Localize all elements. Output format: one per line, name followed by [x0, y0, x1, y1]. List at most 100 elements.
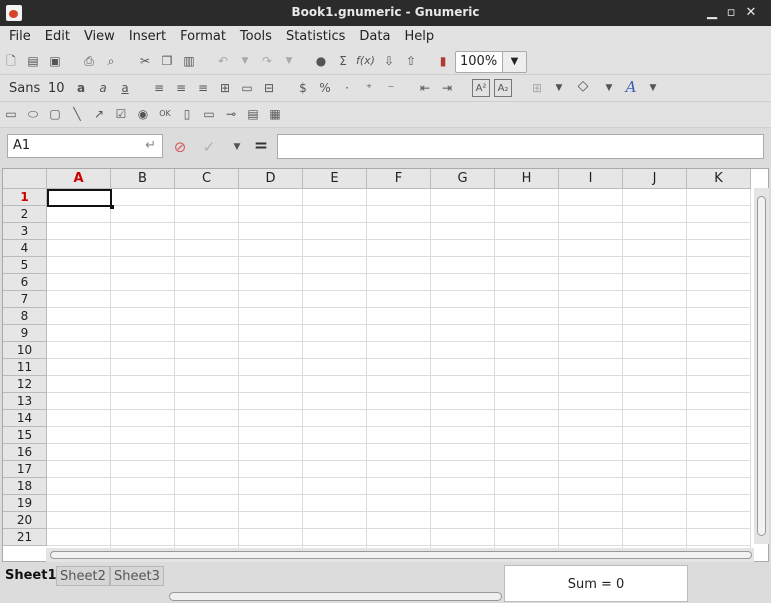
sheet-tabs-scrollbar[interactable]: [169, 592, 502, 601]
column-header-k[interactable]: K: [687, 169, 751, 189]
close-icon[interactable]: ✕: [742, 4, 760, 22]
save-icon[interactable]: ▣: [46, 52, 64, 70]
row-header-5[interactable]: 5: [3, 257, 47, 274]
column-header-a[interactable]: A: [47, 169, 111, 189]
sort-ascending-icon[interactable]: ⇩: [380, 52, 398, 70]
menu-statistics[interactable]: Statistics: [279, 26, 352, 48]
arrow-icon[interactable]: ↗: [90, 105, 108, 123]
redo-icon[interactable]: ↷: [258, 52, 276, 70]
hyperlink-globe-icon[interactable]: ●: [312, 52, 330, 70]
chart-icon[interactable]: ▮: [434, 52, 452, 70]
align-center-icon[interactable]: ≡: [172, 79, 190, 97]
row-header-20[interactable]: 20: [3, 512, 47, 529]
column-header-h[interactable]: H: [495, 169, 559, 189]
column-header-g[interactable]: G: [431, 169, 495, 189]
row-header-21[interactable]: 21: [3, 529, 47, 546]
slider-widget-icon[interactable]: ⊸: [222, 105, 240, 123]
open-icon[interactable]: ▤: [24, 52, 42, 70]
scrollbar-widget-icon[interactable]: ▯: [178, 105, 196, 123]
borders-icon[interactable]: ⊞: [528, 79, 546, 97]
print-preview-icon[interactable]: ⌕: [102, 52, 120, 70]
bold-icon[interactable]: a: [72, 79, 90, 97]
font-color-icon[interactable]: A: [622, 78, 640, 96]
column-header-i[interactable]: I: [559, 169, 623, 189]
column-header-e[interactable]: E: [303, 169, 367, 189]
accept-dropdown-icon[interactable]: ▼: [228, 138, 246, 156]
copy-icon[interactable]: ❐: [158, 52, 176, 70]
column-header-d[interactable]: D: [239, 169, 303, 189]
fill-color-icon[interactable]: ◇: [574, 77, 592, 95]
split-cells-icon[interactable]: ⊟: [260, 79, 278, 97]
line-icon[interactable]: ╲: [68, 105, 86, 123]
row-header-1[interactable]: 1: [3, 189, 47, 206]
font-size-selector[interactable]: 10: [48, 81, 65, 96]
increase-indent-icon[interactable]: ⇥: [438, 79, 456, 97]
select-all-corner[interactable]: [3, 169, 47, 189]
zoom-dropdown-icon[interactable]: ▼: [502, 52, 526, 72]
row-header-3[interactable]: 3: [3, 223, 47, 240]
sheet-tab-sheet1[interactable]: Sheet1: [2, 566, 60, 586]
vertical-scroll-thumb[interactable]: [757, 196, 766, 536]
row-header-15[interactable]: 15: [3, 427, 47, 444]
menu-format[interactable]: Format: [173, 26, 233, 48]
menu-insert[interactable]: Insert: [122, 26, 173, 48]
minimize-icon[interactable]: ▁: [703, 4, 721, 22]
cell-name-box[interactable]: A1 ↵: [7, 134, 163, 158]
redo-dropdown-icon[interactable]: ▼: [280, 52, 298, 70]
cut-icon[interactable]: ✂: [136, 52, 154, 70]
menu-view[interactable]: View: [77, 26, 122, 48]
font-name-selector[interactable]: Sans: [9, 81, 40, 96]
menu-edit[interactable]: Edit: [38, 26, 77, 48]
menu-file[interactable]: File: [2, 26, 38, 48]
align-right-icon[interactable]: ≡: [194, 79, 212, 97]
menu-help[interactable]: Help: [397, 26, 441, 48]
row-header-6[interactable]: 6: [3, 274, 47, 291]
borders-dropdown-icon[interactable]: ▼: [550, 79, 568, 97]
row-header-16[interactable]: 16: [3, 444, 47, 461]
row-header-8[interactable]: 8: [3, 308, 47, 325]
fill-color-dropdown-icon[interactable]: ▼: [600, 79, 618, 97]
horizontal-scrollbar[interactable]: [46, 548, 754, 562]
row-header-11[interactable]: 11: [3, 359, 47, 376]
frame-icon[interactable]: ▢: [46, 105, 64, 123]
row-header-4[interactable]: 4: [3, 240, 47, 257]
italic-icon[interactable]: a: [94, 79, 112, 97]
currency-format-icon[interactable]: $: [294, 79, 312, 97]
row-header-2[interactable]: 2: [3, 206, 47, 223]
list-widget-icon[interactable]: ▤: [244, 105, 262, 123]
font-color-dropdown-icon[interactable]: ▼: [644, 79, 662, 97]
radio-widget-icon[interactable]: ◉: [134, 105, 152, 123]
button-widget-icon[interactable]: OK: [156, 105, 174, 123]
merge-cells-icon[interactable]: ⊞: [216, 79, 234, 97]
ellipse-icon[interactable]: ⬭: [24, 105, 42, 123]
decrease-decimals-icon[interactable]: ⁻: [382, 79, 400, 97]
print-icon[interactable]: ⎙: [80, 52, 98, 70]
row-header-19[interactable]: 19: [3, 495, 47, 512]
sheet-tab-sheet3[interactable]: Sheet3: [110, 566, 164, 586]
row-header-7[interactable]: 7: [3, 291, 47, 308]
formula-input[interactable]: [277, 134, 764, 159]
new-icon[interactable]: 🗋: [2, 52, 20, 70]
menu-tools[interactable]: Tools: [233, 26, 279, 48]
function-wizard-icon[interactable]: f(x): [356, 52, 375, 70]
row-header-12[interactable]: 12: [3, 376, 47, 393]
column-header-c[interactable]: C: [175, 169, 239, 189]
zoom-combo[interactable]: 100% ▼: [455, 51, 527, 73]
center-across-icon[interactable]: ▭: [238, 79, 256, 97]
subscript-icon[interactable]: A₂: [494, 79, 512, 97]
combo-widget-icon[interactable]: ▦: [266, 105, 284, 123]
cancel-icon[interactable]: ⊘: [171, 138, 189, 156]
decrease-indent-icon[interactable]: ⇤: [416, 79, 434, 97]
name-box-dropdown-icon[interactable]: ↵: [145, 138, 156, 153]
increase-decimals-icon[interactable]: ⁺: [360, 79, 378, 97]
rectangle-icon[interactable]: ▭: [2, 105, 20, 123]
column-header-j[interactable]: J: [623, 169, 687, 189]
checkbox-widget-icon[interactable]: ☑: [112, 105, 130, 123]
equals-button[interactable]: =: [252, 137, 270, 155]
row-header-14[interactable]: 14: [3, 410, 47, 427]
paste-icon[interactable]: ▥: [180, 52, 198, 70]
row-header-17[interactable]: 17: [3, 461, 47, 478]
align-left-icon[interactable]: ≡: [150, 79, 168, 97]
horizontal-scroll-thumb[interactable]: [50, 551, 752, 559]
superscript-icon[interactable]: A²: [472, 79, 490, 97]
